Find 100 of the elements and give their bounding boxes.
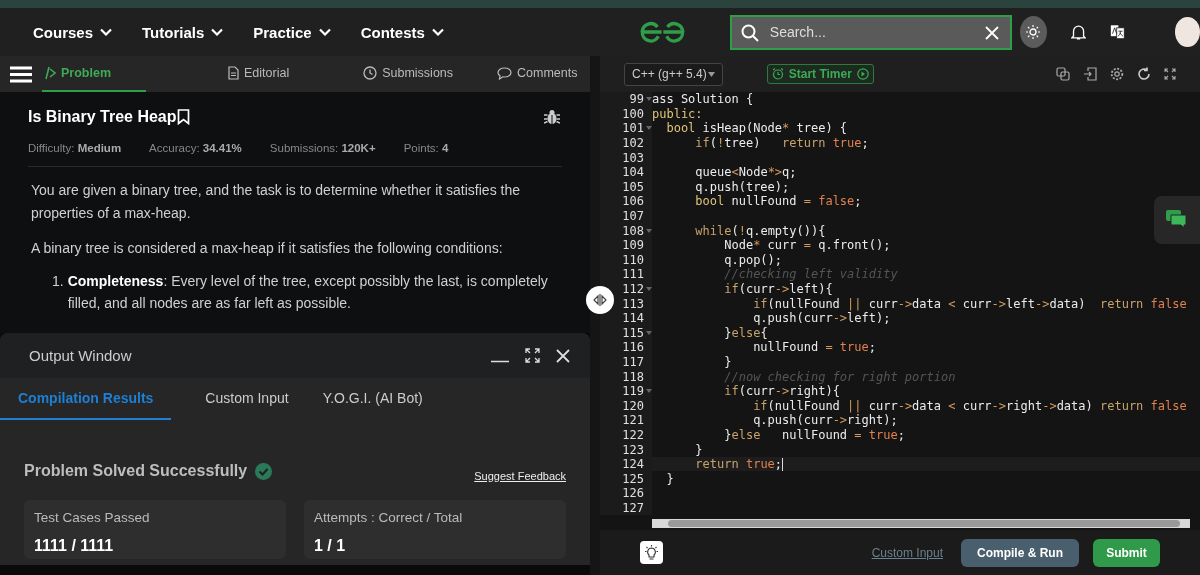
clock-icon xyxy=(363,66,378,80)
problem-stat: Difficulty: Medium xyxy=(28,142,122,154)
description-paragraph: A binary tree is considered a max-heap if it satisfies the following conditions: xyxy=(31,239,504,258)
language-select[interactable]: C++ (g++ 5.4) xyxy=(624,62,723,86)
line-number: 120 xyxy=(621,398,644,413)
bookmark-icon[interactable] xyxy=(176,109,190,125)
description-paragraph: You are given a binary tree, and the task is to determine whether it satisfies the properties of a max-heap. xyxy=(31,181,521,223)
card-label: Test Cases Passed xyxy=(34,510,151,525)
theme-toggle[interactable] xyxy=(1019,16,1047,48)
nav-menu[interactable]: Courses xyxy=(33,23,113,41)
refresh-icon[interactable] xyxy=(1137,67,1151,81)
search-icon xyxy=(740,23,759,42)
fold-icon[interactable] xyxy=(646,389,652,394)
bell-icon[interactable] xyxy=(1070,22,1086,42)
line-number: 116 xyxy=(621,340,644,355)
list-item: Completeness: Every level of the tree, except possibly the last, is completely filled, and all nodes are as far left as possible. xyxy=(67,272,549,313)
line-number: 109 xyxy=(621,238,644,253)
submit-button[interactable]: Submit xyxy=(1093,538,1160,567)
custom-input-link[interactable]: Custom Input xyxy=(865,544,949,561)
translate-icon[interactable] xyxy=(1109,23,1125,41)
caret-icon xyxy=(707,71,715,77)
fold-icon[interactable] xyxy=(646,97,652,102)
nav-menu[interactable]: Tutorials xyxy=(142,23,224,41)
code-line: queue<Node*>q; xyxy=(694,165,797,180)
line-number: 126 xyxy=(621,486,644,501)
output-tab[interactable]: Custom Input xyxy=(205,378,289,420)
feedback-link[interactable]: Suggest Feedback xyxy=(474,470,566,482)
horizontal-scrollbar[interactable] xyxy=(652,519,1190,529)
output-tab[interactable]: Y.O.G.I. (AI Bot) xyxy=(322,378,423,420)
line-number: 113 xyxy=(621,296,644,311)
list-number: 1. xyxy=(52,272,64,291)
line-number: 117 xyxy=(621,355,644,369)
close-icon[interactable] xyxy=(556,348,570,363)
line-number: 101 xyxy=(621,121,644,136)
line-number: 118 xyxy=(621,369,644,384)
problem-stat: Accuracy: 34.41% xyxy=(149,142,242,154)
code-line: return true; xyxy=(694,457,784,472)
line-number: 125 xyxy=(621,471,644,486)
code-line: nullFound = true; xyxy=(752,340,876,355)
start-timer-button[interactable]: Start Timer xyxy=(766,64,874,84)
card-value: 1111 / 1111 xyxy=(34,537,115,555)
code-line: } xyxy=(694,442,703,457)
fold-icon[interactable] xyxy=(646,287,652,291)
code-line: }else nullFound = true; xyxy=(723,427,905,442)
problem-stat: Submissions: 120K+ xyxy=(269,142,376,154)
code-line: if(nullFound || curr->data < curr->right->data) return false xyxy=(752,398,1187,413)
nav-menu[interactable]: Contests xyxy=(360,23,444,41)
nav-menu[interactable]: Practice xyxy=(253,23,331,41)
lightbulb-icon[interactable] xyxy=(640,541,663,564)
code-line: Node* curr = q.front(); xyxy=(723,238,891,253)
fold-icon[interactable] xyxy=(646,228,652,233)
problem-tab[interactable]: Comments xyxy=(495,56,580,92)
status-message: Problem Solved Successfully xyxy=(24,462,248,480)
code-line: if(curr->right){ xyxy=(723,384,840,399)
line-number: 122 xyxy=(621,427,644,442)
fold-icon[interactable] xyxy=(646,126,652,131)
code-editor[interactable] xyxy=(600,92,1200,530)
line-number: 99 xyxy=(628,92,644,107)
chevron-down-icon xyxy=(100,28,113,36)
code-line: ass Solution { xyxy=(652,92,754,107)
problem-tab[interactable]: Editorial xyxy=(226,56,292,92)
code-line: if(curr->left){ xyxy=(723,282,833,296)
problem-tab[interactable]: Submissions xyxy=(361,56,456,92)
menu-icon[interactable] xyxy=(10,65,32,83)
settings-icon[interactable] xyxy=(1110,67,1124,81)
logo-icon[interactable] xyxy=(638,19,686,45)
code-line: if(!tree) return true; xyxy=(694,136,869,151)
line-number: 121 xyxy=(621,413,644,428)
fold-icon[interactable] xyxy=(646,330,652,335)
chat-button[interactable] xyxy=(1154,196,1200,244)
line-number: 112 xyxy=(621,282,644,296)
line-number: 100 xyxy=(621,106,644,121)
line-number: 123 xyxy=(621,442,644,457)
code-line: } xyxy=(665,471,674,486)
line-number: 124 xyxy=(621,457,644,472)
line-number: 114 xyxy=(621,311,644,326)
code-line: //now checking for right portion xyxy=(723,369,956,384)
line-number: 107 xyxy=(621,209,644,224)
output-tab[interactable]: Compilation Results xyxy=(0,378,172,420)
chat-bubbles-icon xyxy=(1166,210,1188,230)
import-icon[interactable] xyxy=(1083,67,1097,81)
bug-icon[interactable] xyxy=(544,109,560,125)
search-field[interactable]: Search... xyxy=(729,14,1012,50)
avatar[interactable] xyxy=(1174,17,1200,47)
code-line: } xyxy=(723,355,732,369)
code-line: if(nullFound || curr->data < curr->left->data) return false xyxy=(752,296,1187,311)
sun-icon xyxy=(1026,25,1041,39)
code-line: bool isHeap(Node* tree) { xyxy=(665,121,848,136)
code-line: q.push(curr->right); xyxy=(752,413,898,428)
code-line: public: xyxy=(652,106,703,121)
document-icon xyxy=(228,66,239,80)
line-number: 104 xyxy=(621,165,644,180)
line-number: 106 xyxy=(621,194,644,209)
compile-run-button[interactable]: Compile & Run xyxy=(961,538,1079,567)
expand-icon[interactable] xyxy=(525,348,540,363)
fullscreen-icon[interactable] xyxy=(1164,68,1176,80)
copy-icon[interactable] xyxy=(1056,67,1070,81)
code-line: q.push(tree); xyxy=(694,179,790,194)
play-icon xyxy=(856,68,869,80)
line-number: 108 xyxy=(621,223,644,238)
